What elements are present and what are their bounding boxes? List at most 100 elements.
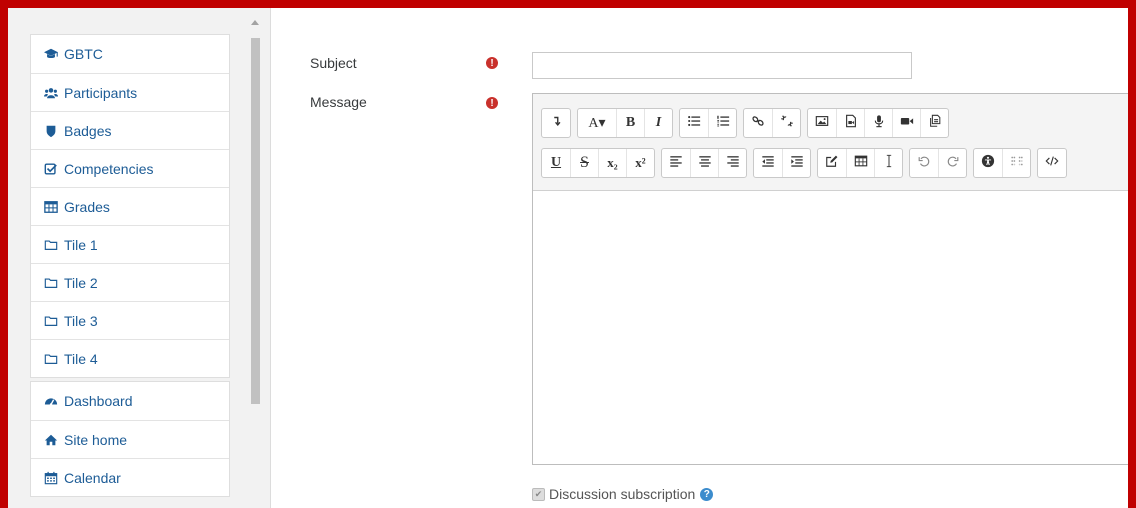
undo-button[interactable] <box>910 149 938 177</box>
help-icon[interactable]: ? <box>700 487 714 501</box>
nav-item-label: Badges <box>64 122 112 139</box>
folder-icon <box>43 276 59 290</box>
folder-icon <box>43 238 59 252</box>
nav-item-participants[interactable]: Participants <box>31 73 229 111</box>
nav-group-course: GBTC Participants Badges Competencies Gr… <box>30 34 230 378</box>
toolbar-group <box>661 148 747 178</box>
subject-input[interactable] <box>532 52 912 79</box>
users-icon <box>43 86 59 100</box>
outdent-icon <box>761 154 775 173</box>
italic-button[interactable]: I <box>644 109 672 137</box>
nav-item-gbtc[interactable]: GBTC <box>31 35 229 73</box>
universal-access-icon <box>981 154 995 173</box>
toolbar-group <box>1037 148 1067 178</box>
align-right-icon <box>726 154 740 173</box>
list-ul-icon <box>687 114 701 133</box>
underline-button[interactable]: U <box>542 149 570 177</box>
image-icon <box>815 114 829 133</box>
nav-item-calendar[interactable]: Calendar <box>31 458 229 496</box>
subscription-checkbox[interactable]: ✔ <box>532 487 545 501</box>
scroll-up-arrow-icon[interactable] <box>251 20 259 25</box>
nav-item-grades[interactable]: Grades <box>31 187 229 225</box>
align-left-button[interactable] <box>662 149 690 177</box>
indent-icon <box>790 154 804 173</box>
shield-icon <box>43 124 59 138</box>
toolbar-row-2: U S x₂ x² <box>541 148 1073 178</box>
redo-button[interactable] <box>938 149 966 177</box>
screenreader-helper-button[interactable] <box>1002 149 1030 177</box>
strikethrough-button[interactable]: S <box>570 149 598 177</box>
nav-item-competencies[interactable]: Competencies <box>31 149 229 187</box>
message-editor: A▾ B I U S x₂ x² <box>532 93 1128 465</box>
record-video-button[interactable] <box>892 109 920 137</box>
list-ol-icon <box>716 114 730 133</box>
toolbar-group: A▾ B I <box>577 108 673 138</box>
nav-item-label: Tile 3 <box>64 312 98 329</box>
insert-image-button[interactable] <box>808 109 836 137</box>
font-style-button[interactable]: A▾ <box>578 109 616 137</box>
link-button[interactable] <box>744 109 772 137</box>
graduation-cap-icon <box>43 47 59 61</box>
subscript-button[interactable]: x₂ <box>598 149 626 177</box>
bold-button[interactable]: B <box>616 109 644 137</box>
scroll-thumb[interactable] <box>251 38 260 404</box>
html-source-button[interactable] <box>1038 149 1066 177</box>
toolbar-group <box>807 108 949 138</box>
nav-item-tile-2[interactable]: Tile 2 <box>31 263 229 301</box>
unlink-button[interactable] <box>772 109 800 137</box>
nav-item-label: Tile 2 <box>64 274 98 291</box>
link-icon <box>751 114 765 133</box>
show-more-buttons[interactable] <box>542 109 570 137</box>
align-left-icon <box>669 154 683 173</box>
align-center-button[interactable] <box>690 149 718 177</box>
nav-drawer: GBTC Participants Badges Competencies Gr… <box>30 34 230 497</box>
ordered-list-button[interactable] <box>708 109 736 137</box>
file-video-icon <box>844 114 858 133</box>
nav-item-badges[interactable]: Badges <box>31 111 229 149</box>
nav-item-label: Site home <box>64 431 128 448</box>
equation-button[interactable] <box>818 149 846 177</box>
home-icon <box>43 433 59 447</box>
outdent-button[interactable] <box>754 149 782 177</box>
drawer-scrollbar[interactable] <box>248 16 262 508</box>
align-center-icon <box>698 154 712 173</box>
subject-label: Subject <box>310 55 357 71</box>
unordered-list-button[interactable] <box>680 109 708 137</box>
toolbar-group <box>909 148 967 178</box>
left-drawer: GBTC Participants Badges Competencies Gr… <box>8 8 271 508</box>
toolbar-group: U S x₂ x² <box>541 148 655 178</box>
nav-item-label: Calendar <box>64 469 121 486</box>
folder-icon <box>43 314 59 328</box>
nav-item-label: Grades <box>64 198 110 215</box>
manage-files-button[interactable] <box>920 109 948 137</box>
nav-item-site-home[interactable]: Site home <box>31 420 229 458</box>
nav-item-dashboard[interactable]: Dashboard <box>31 382 229 420</box>
indent-button[interactable] <box>782 149 810 177</box>
insert-table-button[interactable] <box>846 149 874 177</box>
toolbar-group <box>743 108 801 138</box>
nav-item-tile-4[interactable]: Tile 4 <box>31 339 229 377</box>
nav-item-label: Competencies <box>64 160 154 177</box>
nav-item-tile-3[interactable]: Tile 3 <box>31 301 229 339</box>
nav-group-site: Dashboard Site home Calendar <box>30 381 230 497</box>
unlink-icon <box>780 114 794 133</box>
required-icon: ! <box>486 97 498 109</box>
clear-formatting-button[interactable] <box>874 149 902 177</box>
nav-item-tile-1[interactable]: Tile 1 <box>31 225 229 263</box>
nav-item-label: Tile 1 <box>64 236 98 253</box>
accessibility-checker-button[interactable] <box>974 149 1002 177</box>
pencil-square-icon <box>825 154 839 173</box>
insert-media-button[interactable] <box>836 109 864 137</box>
toolbar-group <box>753 148 811 178</box>
redo-icon <box>946 154 960 173</box>
check-square-icon <box>43 162 59 176</box>
message-content-area[interactable] <box>533 190 1128 464</box>
text-cursor-icon <box>882 154 896 173</box>
align-right-button[interactable] <box>718 149 746 177</box>
toolbar-group <box>973 148 1031 178</box>
files-icon <box>928 114 942 133</box>
toggle-arrow-icon <box>549 114 563 133</box>
superscript-button[interactable]: x² <box>626 149 654 177</box>
record-audio-button[interactable] <box>864 109 892 137</box>
nav-item-label: Dashboard <box>64 393 133 409</box>
